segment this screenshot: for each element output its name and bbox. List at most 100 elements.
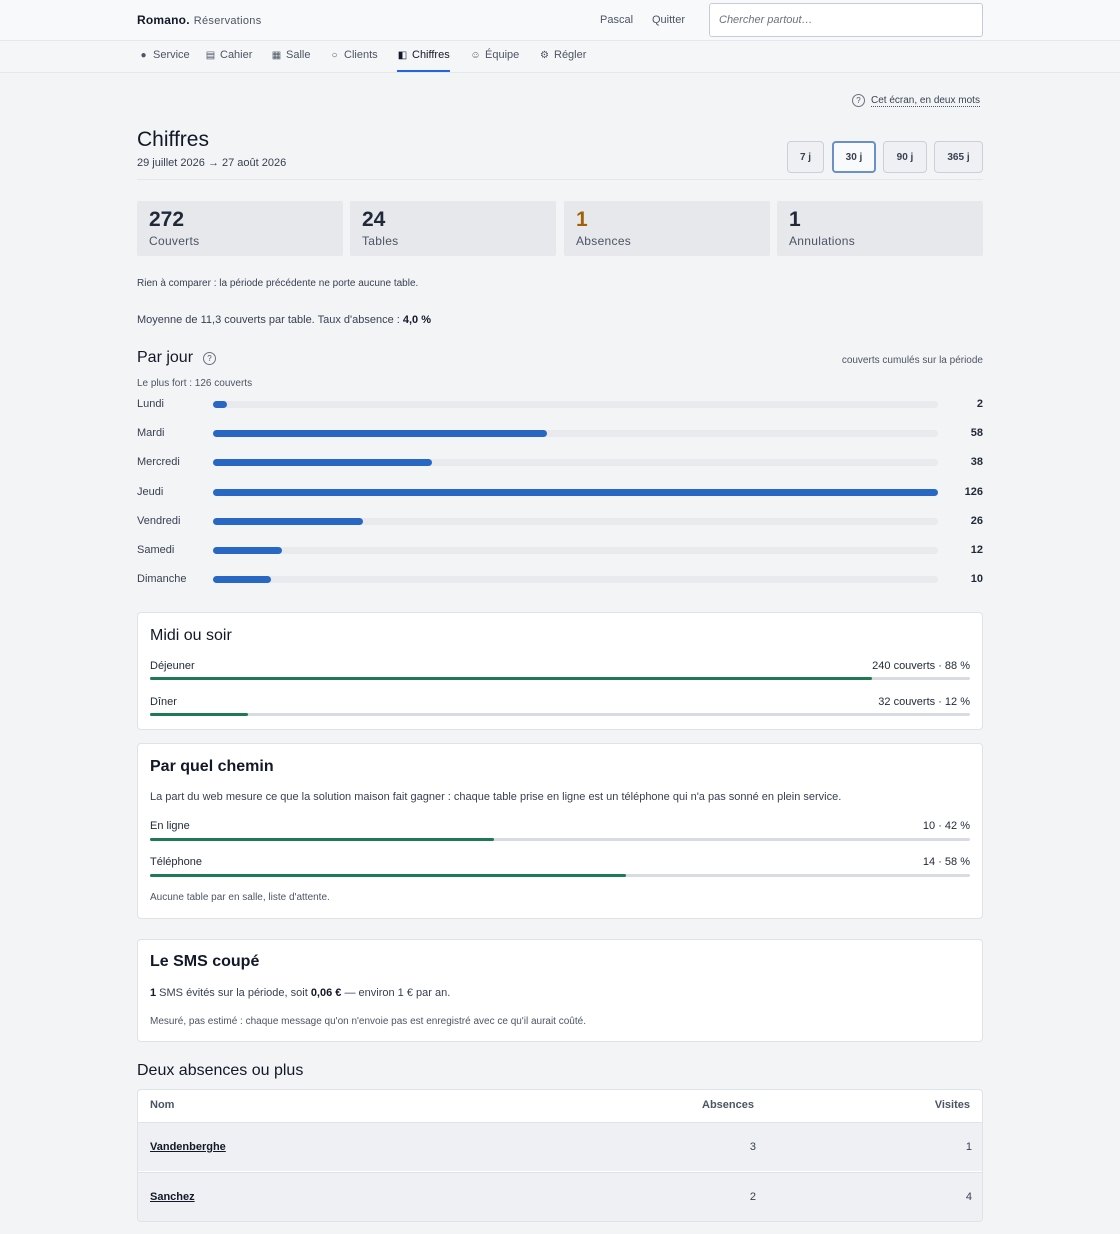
meal-row-label: Déjeuner [150, 660, 195, 672]
tab-cahier[interactable]: ▤ Cahier [205, 49, 253, 72]
channel-row-value: 14 · 58 % [922, 856, 970, 868]
tab-label: Régler [554, 49, 587, 61]
tab-label: Chiffres [412, 49, 450, 61]
absentees-title: Deux absences ou plus [137, 1062, 304, 1079]
sms-card: Le SMS coupé 1 SMS évités sur la période… [137, 939, 983, 1042]
user-link[interactable]: Pascal [600, 14, 633, 26]
day-bar-track [213, 401, 938, 408]
dot-icon: ● [140, 50, 147, 61]
visits-cell: 4 [965, 1191, 972, 1203]
table-row: Vandenberghe 3 1 [138, 1122, 982, 1171]
day-bar-track [213, 489, 938, 496]
period-90d-button[interactable]: 90 j [883, 141, 927, 173]
channel-title: Par quel chemin [150, 758, 274, 775]
period-7d-button[interactable]: 7 j [787, 141, 824, 173]
day-bar-track [213, 518, 938, 525]
absences-cell: 2 [749, 1191, 756, 1203]
meal-bar [150, 713, 970, 716]
stat-label: Annulations [789, 234, 856, 248]
sms-summary: 1 SMS évités sur la période, soit 0,06 €… [150, 987, 450, 999]
top-bar: Romano. Réservations Pascal Quitter [0, 0, 1120, 41]
stat-value: 1 [789, 208, 801, 231]
tab-clients[interactable]: ○ Clients [329, 49, 378, 72]
day-label: Lundi [137, 398, 164, 410]
help-label: Cet écran, en deux mots [871, 94, 980, 107]
day-bar [213, 401, 227, 408]
tab-label: Service [153, 49, 190, 61]
day-label: Dimanche [137, 573, 187, 585]
meal-bar-fill [150, 677, 872, 680]
client-name-link[interactable]: Vandenberghe [150, 1141, 226, 1153]
stat-value: 272 [149, 208, 185, 231]
tab-label: Cahier [220, 49, 253, 61]
channel-row-label: Téléphone [150, 856, 202, 868]
average-line: Moyenne de 11,3 couverts par table. Taux… [137, 314, 431, 326]
meal-bar-fill [150, 713, 249, 716]
day-label: Samedi [137, 544, 175, 556]
tab-service[interactable]: ● Service [138, 49, 190, 72]
absentees-table: Nom Absences Visites Vandenberghe 3 1 Sa… [137, 1089, 983, 1222]
day-label: Mercredi [137, 456, 180, 468]
sms-title: Le SMS coupé [150, 953, 260, 970]
day-bar-track [213, 430, 938, 437]
list-icon: ▤ [205, 50, 216, 61]
day-label: Vendredi [137, 515, 181, 527]
day-bar [213, 547, 283, 554]
tab-chiffres[interactable]: ◧ Chiffres [397, 49, 450, 72]
stat-cancellations: 1 Annulations [777, 201, 983, 256]
tab-regler[interactable]: ⚙ Régler [539, 49, 586, 72]
day-bar [213, 518, 363, 525]
day-label: Mardi [137, 427, 165, 439]
client-name-link[interactable]: Sanchez [150, 1191, 195, 1203]
stat-covers: 272 Couverts [137, 201, 343, 256]
day-bar-track [213, 459, 938, 466]
tab-label: Clients [344, 49, 378, 61]
period-30d-button[interactable]: 30 j [832, 141, 876, 173]
channel-intro: La part du web mesure ce que la solution… [150, 791, 842, 803]
stat-value: 1 [576, 208, 588, 231]
day-bar [213, 489, 938, 496]
column-header-absences[interactable]: Absences [702, 1099, 754, 1111]
help-link[interactable]: ? Cet écran, en deux mots [852, 94, 980, 107]
meal-row-value: 240 couverts · 88 % [872, 660, 970, 672]
stat-label: Couverts [149, 234, 200, 248]
tab-equipe[interactable]: ☺ Équipe [470, 49, 519, 72]
channel-footnote: Aucune table par en salle, liste d'atten… [150, 892, 330, 903]
visits-cell: 1 [965, 1141, 972, 1153]
day-bar [213, 459, 432, 466]
channel-row-label: En ligne [150, 820, 190, 832]
gear-icon: ⚙ [540, 50, 549, 61]
day-value: 2 [976, 398, 983, 410]
meal-card: Midi ou soir Déjeuner 240 couverts · 88 … [137, 612, 983, 730]
day-bar-track [213, 576, 938, 583]
brand[interactable]: Romano. Réservations [137, 13, 262, 27]
search-input[interactable] [709, 3, 983, 37]
stat-value: 24 [362, 208, 386, 231]
period-365d-button[interactable]: 365 j [934, 141, 983, 173]
question-icon[interactable]: ? [203, 352, 216, 365]
meal-row-label: Dîner [150, 696, 177, 708]
sms-text-b: — environ 1 € par an. [341, 987, 451, 999]
stat-tables: 24 Tables [350, 201, 556, 256]
channel-bar-fill [150, 838, 495, 841]
day-value: 58 [970, 427, 983, 439]
meal-title: Midi ou soir [150, 627, 232, 644]
day-value: 126 [964, 486, 983, 498]
day-label: Jeudi [137, 486, 164, 498]
channel-card: Par quel chemin La part du web mesure ce… [137, 743, 983, 919]
logout-link[interactable]: Quitter [652, 14, 685, 26]
grid-icon: ▦ [271, 50, 282, 61]
column-header-name[interactable]: Nom [150, 1099, 174, 1111]
tab-salle[interactable]: ▦ Salle [271, 49, 311, 72]
average-text: Moyenne de 11,3 couverts par table. Taux… [137, 314, 403, 326]
channel-bar [150, 838, 970, 841]
column-header-visits[interactable]: Visites [935, 1099, 970, 1111]
day-value: 10 [970, 573, 983, 585]
day-value: 12 [970, 544, 983, 556]
main-nav: ● Service ▤ Cahier ▦ Salle ○ Clients ◧ Chiffr… [0, 41, 1120, 73]
day-value: 38 [970, 456, 983, 468]
absence-rate: 4,0 % [402, 314, 432, 326]
question-icon: ? [852, 94, 865, 107]
by-day-peak: Le plus fort : 126 couverts [137, 378, 253, 389]
sms-text-a: SMS évités sur la période, soit [156, 987, 311, 999]
